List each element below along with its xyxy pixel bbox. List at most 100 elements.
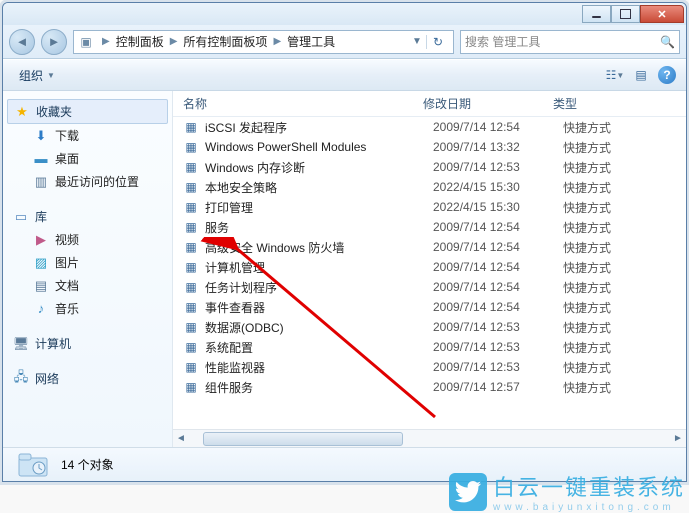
file-type: 快捷方式 <box>563 319 686 336</box>
sidebar-favorites[interactable]: ★收藏夹 <box>7 99 168 124</box>
file-name: 服务 <box>205 219 433 236</box>
sidebar-videos[interactable]: ▶视频 <box>7 228 168 251</box>
maximize-button[interactable] <box>611 5 640 23</box>
file-name: 数据源(ODBC) <box>205 319 433 336</box>
status-count: 14 个对象 <box>61 456 114 473</box>
organize-label: 组织 <box>19 67 43 84</box>
sidebar-libraries[interactable]: ▭库 <box>7 205 168 228</box>
sidebar-pictures[interactable]: ▨图片 <box>7 251 168 274</box>
navigation-pane: ★收藏夹 ⬇下载 ▬桌面 ▥最近访问的位置 ▭库 ▶视频 ▨图片 ▤文档 ♪音乐… <box>3 91 173 447</box>
file-type: 快捷方式 <box>563 219 686 236</box>
chevron-right-icon[interactable]: ▶ <box>269 36 285 47</box>
file-type: 快捷方式 <box>563 379 686 396</box>
navigation-row: ◄ ► ▣ ▶ 控制面板 ▶ 所有控制面板项 ▶ 管理工具 ▼ ↻ 搜索 管理工… <box>3 25 686 59</box>
shortcut-icon: ▦ <box>183 379 199 395</box>
chevron-right-icon[interactable]: ▶ <box>98 36 114 47</box>
search-placeholder: 搜索 管理工具 <box>465 33 540 50</box>
organize-menu[interactable]: 组织 ▼ <box>13 65 61 86</box>
file-type: 快捷方式 <box>563 139 686 156</box>
view-options-icon[interactable]: ☷ ▼ <box>606 66 624 84</box>
file-date: 2009/7/14 12:54 <box>433 220 563 234</box>
file-row[interactable]: ▦Windows 内存诊断2009/7/14 12:53快捷方式 <box>173 157 686 177</box>
shortcut-icon: ▦ <box>183 239 199 255</box>
scroll-left-icon[interactable]: ◄ <box>173 431 189 447</box>
sidebar-documents[interactable]: ▤文档 <box>7 274 168 297</box>
horizontal-scrollbar[interactable]: ◄ ► <box>173 429 686 447</box>
file-type: 快捷方式 <box>563 339 686 356</box>
column-name[interactable]: 名称 <box>173 95 423 112</box>
file-row[interactable]: ▦事件查看器2009/7/14 12:54快捷方式 <box>173 297 686 317</box>
file-date: 2022/4/15 15:30 <box>433 200 563 214</box>
search-icon[interactable]: 🔍 <box>660 35 675 49</box>
file-name: 本地安全策略 <box>205 179 433 196</box>
file-date: 2009/7/14 12:53 <box>433 360 563 374</box>
chevron-down-icon: ▼ <box>47 71 55 80</box>
back-button[interactable]: ◄ <box>9 29 35 55</box>
file-row[interactable]: ▦高级安全 Windows 防火墙2009/7/14 12:54快捷方式 <box>173 237 686 257</box>
sidebar-desktop[interactable]: ▬桌面 <box>7 147 168 170</box>
shortcut-icon: ▦ <box>183 299 199 315</box>
sidebar-music[interactable]: ♪音乐 <box>7 297 168 320</box>
chevron-right-icon[interactable]: ▶ <box>166 36 182 47</box>
network-icon: 🖧 <box>13 371 29 387</box>
file-date: 2009/7/14 12:53 <box>433 160 563 174</box>
status-folder-icon <box>13 451 53 479</box>
shortcut-icon: ▦ <box>183 319 199 335</box>
shortcut-icon: ▦ <box>183 139 199 155</box>
file-row[interactable]: ▦服务2009/7/14 12:54快捷方式 <box>173 217 686 237</box>
breadcrumb-3[interactable]: 管理工具 <box>285 33 337 50</box>
sidebar-downloads[interactable]: ⬇下载 <box>7 124 168 147</box>
file-date: 2009/7/14 13:32 <box>433 140 563 154</box>
file-name: 性能监视器 <box>205 359 433 376</box>
column-type[interactable]: 类型 <box>553 95 686 112</box>
file-row[interactable]: ▦打印管理2022/4/15 15:30快捷方式 <box>173 197 686 217</box>
scrollbar-thumb[interactable] <box>203 432 403 446</box>
sidebar-computer[interactable]: 🖥计算机 <box>7 332 168 355</box>
close-button[interactable] <box>640 5 684 23</box>
computer-icon: 🖥 <box>13 336 29 352</box>
shortcut-icon: ▦ <box>183 179 199 195</box>
address-bar[interactable]: ▣ ▶ 控制面板 ▶ 所有控制面板项 ▶ 管理工具 ▼ ↻ <box>73 30 454 54</box>
column-header-row: 名称 修改日期 类型 <box>173 91 686 117</box>
file-row[interactable]: ▦本地安全策略2022/4/15 15:30快捷方式 <box>173 177 686 197</box>
file-row[interactable]: ▦组件服务2009/7/14 12:57快捷方式 <box>173 377 686 397</box>
shortcut-icon: ▦ <box>183 159 199 175</box>
file-type: 快捷方式 <box>563 299 686 316</box>
library-icon: ▭ <box>13 209 29 225</box>
help-icon[interactable]: ? <box>658 66 676 84</box>
file-row[interactable]: ▦计算机管理2009/7/14 12:54快捷方式 <box>173 257 686 277</box>
file-name: 高级安全 Windows 防火墙 <box>205 239 433 256</box>
picture-icon: ▨ <box>33 255 49 271</box>
file-type: 快捷方式 <box>563 119 686 136</box>
search-input[interactable]: 搜索 管理工具 🔍 <box>460 30 680 54</box>
file-row[interactable]: ▦Windows PowerShell Modules2009/7/14 13:… <box>173 137 686 157</box>
file-row[interactable]: ▦性能监视器2009/7/14 12:53快捷方式 <box>173 357 686 377</box>
file-row[interactable]: ▦数据源(ODBC)2009/7/14 12:53快捷方式 <box>173 317 686 337</box>
address-dropdown-icon[interactable]: ▼ <box>408 36 426 47</box>
preview-pane-icon[interactable]: ▤ <box>632 66 650 84</box>
video-icon: ▶ <box>33 232 49 248</box>
file-date: 2009/7/14 12:54 <box>433 120 563 134</box>
file-name: 计算机管理 <box>205 259 433 276</box>
refresh-icon[interactable]: ↻ <box>426 35 449 49</box>
file-type: 快捷方式 <box>563 159 686 176</box>
minimize-button[interactable] <box>582 5 611 23</box>
file-name: iSCSI 发起程序 <box>205 119 433 136</box>
file-row[interactable]: ▦iSCSI 发起程序2009/7/14 12:54快捷方式 <box>173 117 686 137</box>
breadcrumb-2[interactable]: 所有控制面板项 <box>181 33 269 50</box>
forward-button[interactable]: ► <box>41 29 67 55</box>
file-type: 快捷方式 <box>563 239 686 256</box>
column-date[interactable]: 修改日期 <box>423 95 553 112</box>
file-type: 快捷方式 <box>563 279 686 296</box>
sidebar-recent[interactable]: ▥最近访问的位置 <box>7 170 168 193</box>
watermark-sub: www.baiyunxitong.com <box>493 502 685 513</box>
file-name: 打印管理 <box>205 199 433 216</box>
sidebar-network[interactable]: 🖧网络 <box>7 367 168 390</box>
shortcut-icon: ▦ <box>183 339 199 355</box>
file-date: 2022/4/15 15:30 <box>433 180 563 194</box>
download-icon: ⬇ <box>33 128 49 144</box>
file-row[interactable]: ▦任务计划程序2009/7/14 12:54快捷方式 <box>173 277 686 297</box>
scroll-right-icon[interactable]: ► <box>670 431 686 447</box>
breadcrumb-1[interactable]: 控制面板 <box>114 33 166 50</box>
file-row[interactable]: ▦系统配置2009/7/14 12:53快捷方式 <box>173 337 686 357</box>
